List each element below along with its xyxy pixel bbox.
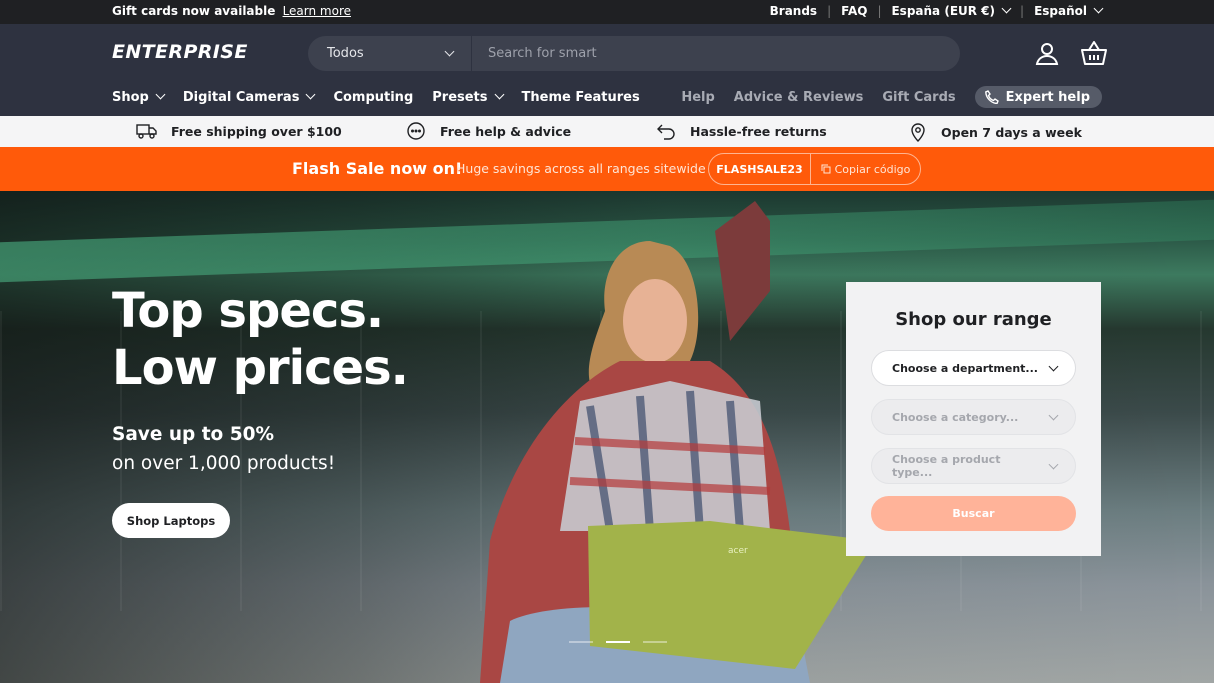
hero-headline-line1: Top specs.: [112, 283, 384, 339]
department-label: Choose a department...: [892, 361, 1038, 375]
chevron-down-icon: [1093, 3, 1104, 13]
benefit-shipping: Free shipping over $100: [136, 122, 342, 140]
language-selector[interactable]: Español: [1034, 3, 1104, 18]
account-icon[interactable]: [1034, 40, 1060, 66]
brands-link[interactable]: Brands: [770, 4, 817, 18]
benefit-text: Free help & advice: [440, 124, 572, 139]
nav-item-digital-cameras[interactable]: Digital Cameras: [182, 89, 316, 105]
nav-label: Digital Cameras: [182, 90, 300, 105]
benefit-text: Hassle-free returns: [690, 123, 827, 139]
hero-headline-line2: Low prices.: [112, 340, 409, 396]
divider: |: [1020, 4, 1025, 18]
copy-icon: [821, 164, 831, 174]
location-pin-icon: [911, 123, 925, 142]
chevron-down-icon: [1048, 410, 1059, 420]
nav-label: Computing: [333, 90, 414, 105]
return-arrow-icon: [657, 124, 675, 140]
product-type-label: Choose a product type...: [892, 453, 1001, 479]
site-header: ENTERPRISE Todos Shop Digital Cameras Co…: [0, 24, 1214, 116]
announcement-right: Brands | FAQ | España (EUR €) | Español: [770, 3, 1104, 18]
hero-person-with-laptop-image: acer: [480, 201, 870, 683]
benefit-help: Free help & advice: [406, 122, 571, 141]
phone-icon: [984, 90, 999, 104]
shop-range-panel: Shop our range Choose a department... Ch…: [846, 282, 1101, 556]
nav-item-shop[interactable]: Shop: [112, 89, 166, 105]
advice-reviews-link[interactable]: Advice & Reviews: [734, 90, 864, 105]
chevron-down-icon: [1048, 361, 1059, 371]
cart-basket-icon[interactable]: [1080, 40, 1108, 66]
chevron-down-icon: [1001, 3, 1012, 13]
search-category-select[interactable]: Todos: [308, 36, 472, 71]
benefit-returns: Hassle-free returns: [656, 122, 827, 140]
category-select[interactable]: Choose a category...: [871, 399, 1076, 435]
announcement-bar: Gift cards now available Learn more Bran…: [0, 0, 1214, 24]
slideshow-indicators: [569, 641, 667, 643]
flash-title: Flash Sale now on!: [292, 159, 463, 178]
language-label: Español: [1034, 4, 1087, 18]
slide-indicator[interactable]: [643, 641, 667, 643]
chevron-down-icon: [155, 89, 166, 100]
divider: |: [827, 4, 832, 18]
faq-link[interactable]: FAQ: [841, 4, 867, 18]
secondary-nav: Help Advice & Reviews Gift Cards Expert …: [662, 86, 1102, 108]
nav-item-presets[interactable]: Presets: [432, 89, 504, 105]
truck-icon: [136, 124, 157, 139]
search-bar: Todos: [308, 36, 960, 71]
country-selector[interactable]: España (EUR €): [891, 3, 1012, 18]
benefit-text: Open 7 days a week: [941, 124, 1082, 140]
chevron-down-icon: [444, 46, 455, 57]
benefit-text: Free shipping over $100: [171, 123, 342, 139]
search-category-label: Todos: [327, 46, 364, 61]
chevron-down-icon: [494, 89, 504, 100]
gift-cards-link[interactable]: Gift Cards: [882, 90, 955, 105]
expert-help-button[interactable]: Expert help: [974, 86, 1102, 108]
flash-sale-banner: Flash Sale now on! Huge savings across a…: [0, 147, 1214, 191]
slide-indicator-active[interactable]: [606, 641, 630, 643]
category-label: Choose a category...: [892, 410, 1019, 424]
chat-icon: [407, 122, 425, 140]
benefit-open: Open 7 days a week: [909, 122, 1082, 142]
nav-label: Presets: [432, 90, 488, 105]
copy-code-button[interactable]: Copiar código: [811, 163, 920, 176]
nav-label: Theme Features: [521, 90, 640, 105]
nav-label: Shop: [112, 90, 149, 105]
logo[interactable]: ENTERPRISE: [112, 41, 248, 63]
hero-headline: Top specs. Low prices.: [112, 283, 409, 397]
nav-item-theme-features[interactable]: Theme Features: [522, 90, 640, 105]
search-submit-button[interactable]: Buscar: [871, 496, 1076, 531]
announcement-text: Gift cards now available: [112, 4, 276, 18]
hero-subtext: on over 1,000 products!: [112, 453, 336, 474]
nav-item-computing[interactable]: Computing: [333, 90, 413, 105]
main-nav: Shop Digital Cameras Computing Presets T…: [112, 89, 659, 105]
hero-subheadline: Save up to 50%: [112, 424, 274, 445]
coupon-code: FLASHSALE23: [709, 154, 811, 184]
product-type-select[interactable]: Choose a product type...: [871, 448, 1076, 484]
chevron-down-icon: [1048, 459, 1059, 469]
announcement-left: Gift cards now available Learn more: [112, 4, 351, 18]
search-input[interactable]: [472, 36, 960, 71]
laptop-brand-label: acer: [728, 546, 748, 556]
shop-laptops-button[interactable]: Shop Laptops: [112, 503, 230, 538]
flash-description: Huge savings across all ranges sitewide: [456, 161, 706, 176]
learn-more-link[interactable]: Learn more: [283, 4, 351, 18]
country-label: España (EUR €): [891, 4, 996, 18]
copy-code-label: Copiar código: [834, 162, 911, 176]
header-icons: [1034, 40, 1108, 66]
shop-range-title: Shop our range: [895, 309, 1052, 330]
coupon-box: FLASHSALE23 Copiar código: [708, 153, 921, 185]
slide-indicator[interactable]: [569, 641, 593, 643]
expert-help-label: Expert help: [1005, 89, 1090, 105]
benefits-bar: Free shipping over $100 Free help & advi…: [0, 116, 1214, 147]
department-select[interactable]: Choose a department...: [871, 350, 1076, 386]
divider: |: [877, 4, 882, 18]
help-link[interactable]: Help: [681, 90, 714, 105]
chevron-down-icon: [305, 89, 316, 100]
